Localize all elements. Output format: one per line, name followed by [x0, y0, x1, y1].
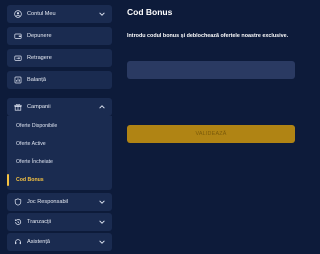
chevron-down-icon — [98, 10, 106, 18]
withdraw-icon — [13, 54, 22, 63]
bonus-code-input[interactable] — [127, 61, 295, 79]
active-indicator — [7, 174, 9, 186]
menu-item-label: Joc Responsabil — [27, 199, 69, 205]
main-content: Cod Bonus Introdu codul bonus și debloch… — [127, 0, 297, 254]
menu-item-label: Campanii — [27, 104, 51, 110]
menu-item-label: Retragere — [27, 55, 52, 61]
chevron-up-icon — [98, 103, 106, 111]
submenu-item-label: Cod Bonus — [16, 177, 44, 183]
wallet-icon — [13, 32, 22, 41]
menu-item-label: Tranzacții — [27, 219, 52, 225]
menu-item-tranzactii[interactable]: Tranzacții — [7, 213, 112, 231]
support-icon — [13, 238, 22, 247]
menu-item-balanta[interactable]: Balanță — [7, 71, 112, 89]
menu-item-contul-meu[interactable]: Contul Meu — [7, 5, 112, 23]
chevron-down-icon — [98, 218, 106, 226]
submenu-item-label: Oferte Încheiate — [16, 159, 53, 165]
balance-icon — [13, 76, 22, 85]
menu-item-depunere[interactable]: Depunere — [7, 27, 112, 45]
submenu-item-cod-bonus[interactable]: Cod Bonus — [7, 171, 112, 189]
menu-item-label: Asistență — [27, 239, 51, 245]
gift-icon — [13, 103, 22, 112]
page-title: Cod Bonus — [127, 7, 173, 17]
chevron-down-icon — [98, 238, 106, 246]
menu-item-retragere[interactable]: Retragere — [7, 49, 112, 67]
submenu-item-oferte-incheiate[interactable]: Oferte Încheiate — [7, 153, 112, 171]
menu-item-label: Depunere — [27, 33, 52, 39]
page-description: Introdu codul bonus și deblochează ofert… — [127, 33, 289, 39]
submenu-item-label: Oferte Disponibile — [16, 123, 58, 129]
history-icon — [13, 218, 22, 227]
user-icon — [13, 10, 22, 19]
validate-button[interactable]: VALIDEAZĂ — [127, 125, 295, 143]
chevron-down-icon — [98, 198, 106, 206]
submenu-item-oferte-disponibile[interactable]: Oferte Disponibile — [7, 117, 112, 135]
menu-item-joc-responsabil[interactable]: Joc Responsabil — [7, 193, 112, 211]
submenu-item-oferte-active[interactable]: Oferte Active — [7, 135, 112, 153]
submenu-item-label: Oferte Active — [16, 141, 46, 147]
shield-icon — [13, 198, 22, 207]
menu-item-asistenta[interactable]: Asistență — [7, 233, 112, 251]
menu-item-campanii[interactable]: Campanii — [7, 98, 112, 116]
menu-item-label: Contul Meu — [27, 11, 56, 17]
menu-item-label: Balanță — [27, 77, 46, 83]
